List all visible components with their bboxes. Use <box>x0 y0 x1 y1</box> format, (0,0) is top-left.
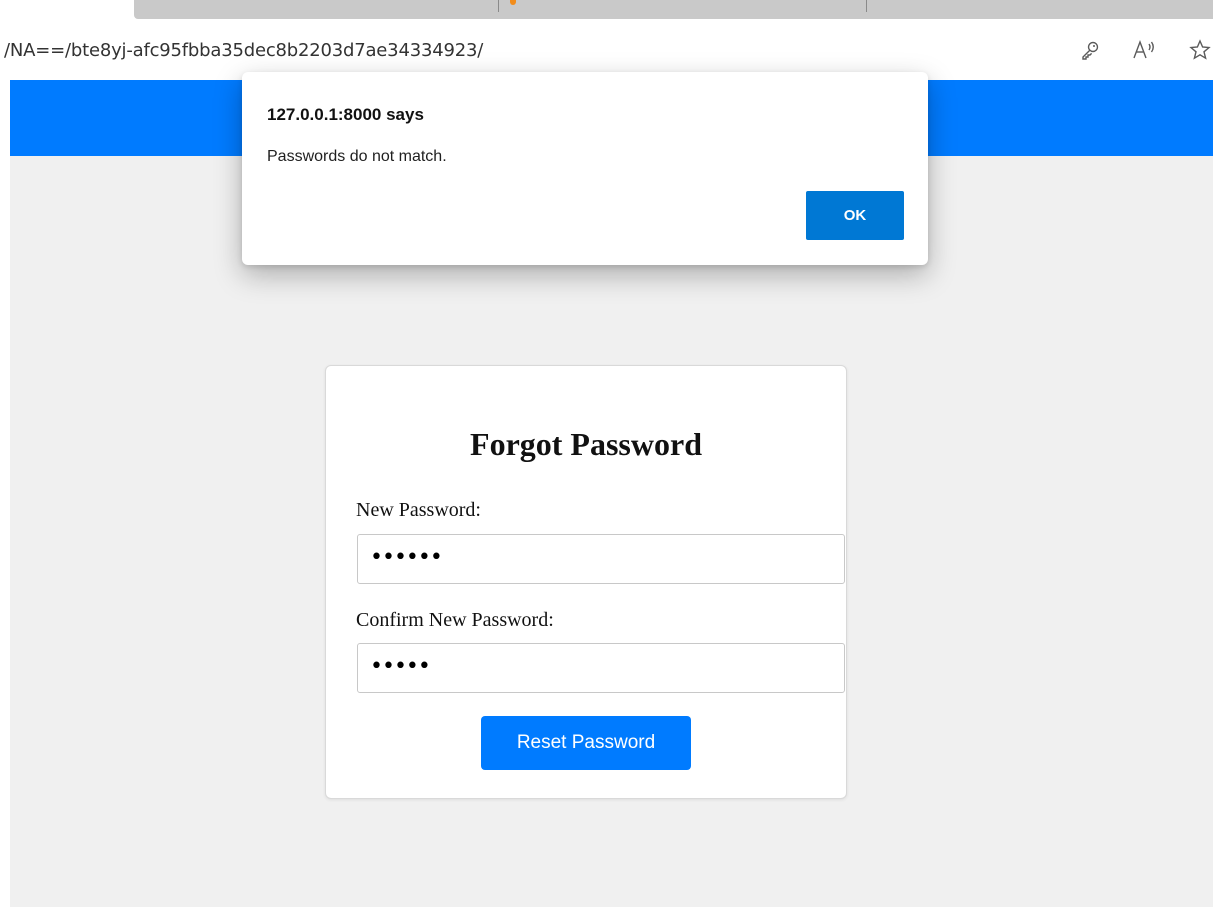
alert-dialog: 127.0.0.1:8000 says Passwords do not mat… <box>242 72 928 265</box>
confirm-password-input[interactable]: ••••• <box>357 643 845 693</box>
forgot-password-card: Forgot Password New Password: •••••• Con… <box>325 365 847 799</box>
tab-loading-indicator-icon <box>510 0 516 5</box>
tab-separator <box>866 0 867 12</box>
inactive-tabs[interactable] <box>134 0 1213 19</box>
tab-separator <box>498 0 499 12</box>
read-aloud-icon[interactable] <box>1130 36 1158 64</box>
alert-message: Passwords do not match. <box>267 148 447 165</box>
alert-ok-button[interactable]: OK <box>806 191 904 240</box>
browser-window: /NA==/bte8yj-afc95fbba35dec8b2203d7ae343… <box>0 0 1213 907</box>
url-field[interactable]: /NA==/bte8yj-afc95fbba35dec8b2203d7ae343… <box>4 40 483 61</box>
alert-title: 127.0.0.1:8000 says <box>267 105 424 124</box>
tab-strip <box>0 0 1213 24</box>
reset-password-button[interactable]: Reset Password <box>481 716 691 770</box>
page-title: Forgot Password <box>470 426 702 462</box>
new-password-label: New Password: <box>356 499 481 521</box>
new-password-input[interactable]: •••••• <box>357 534 845 584</box>
favorite-star-icon[interactable] <box>1186 36 1213 64</box>
key-icon[interactable] <box>1076 36 1104 64</box>
confirm-password-label: Confirm New Password: <box>356 609 554 631</box>
